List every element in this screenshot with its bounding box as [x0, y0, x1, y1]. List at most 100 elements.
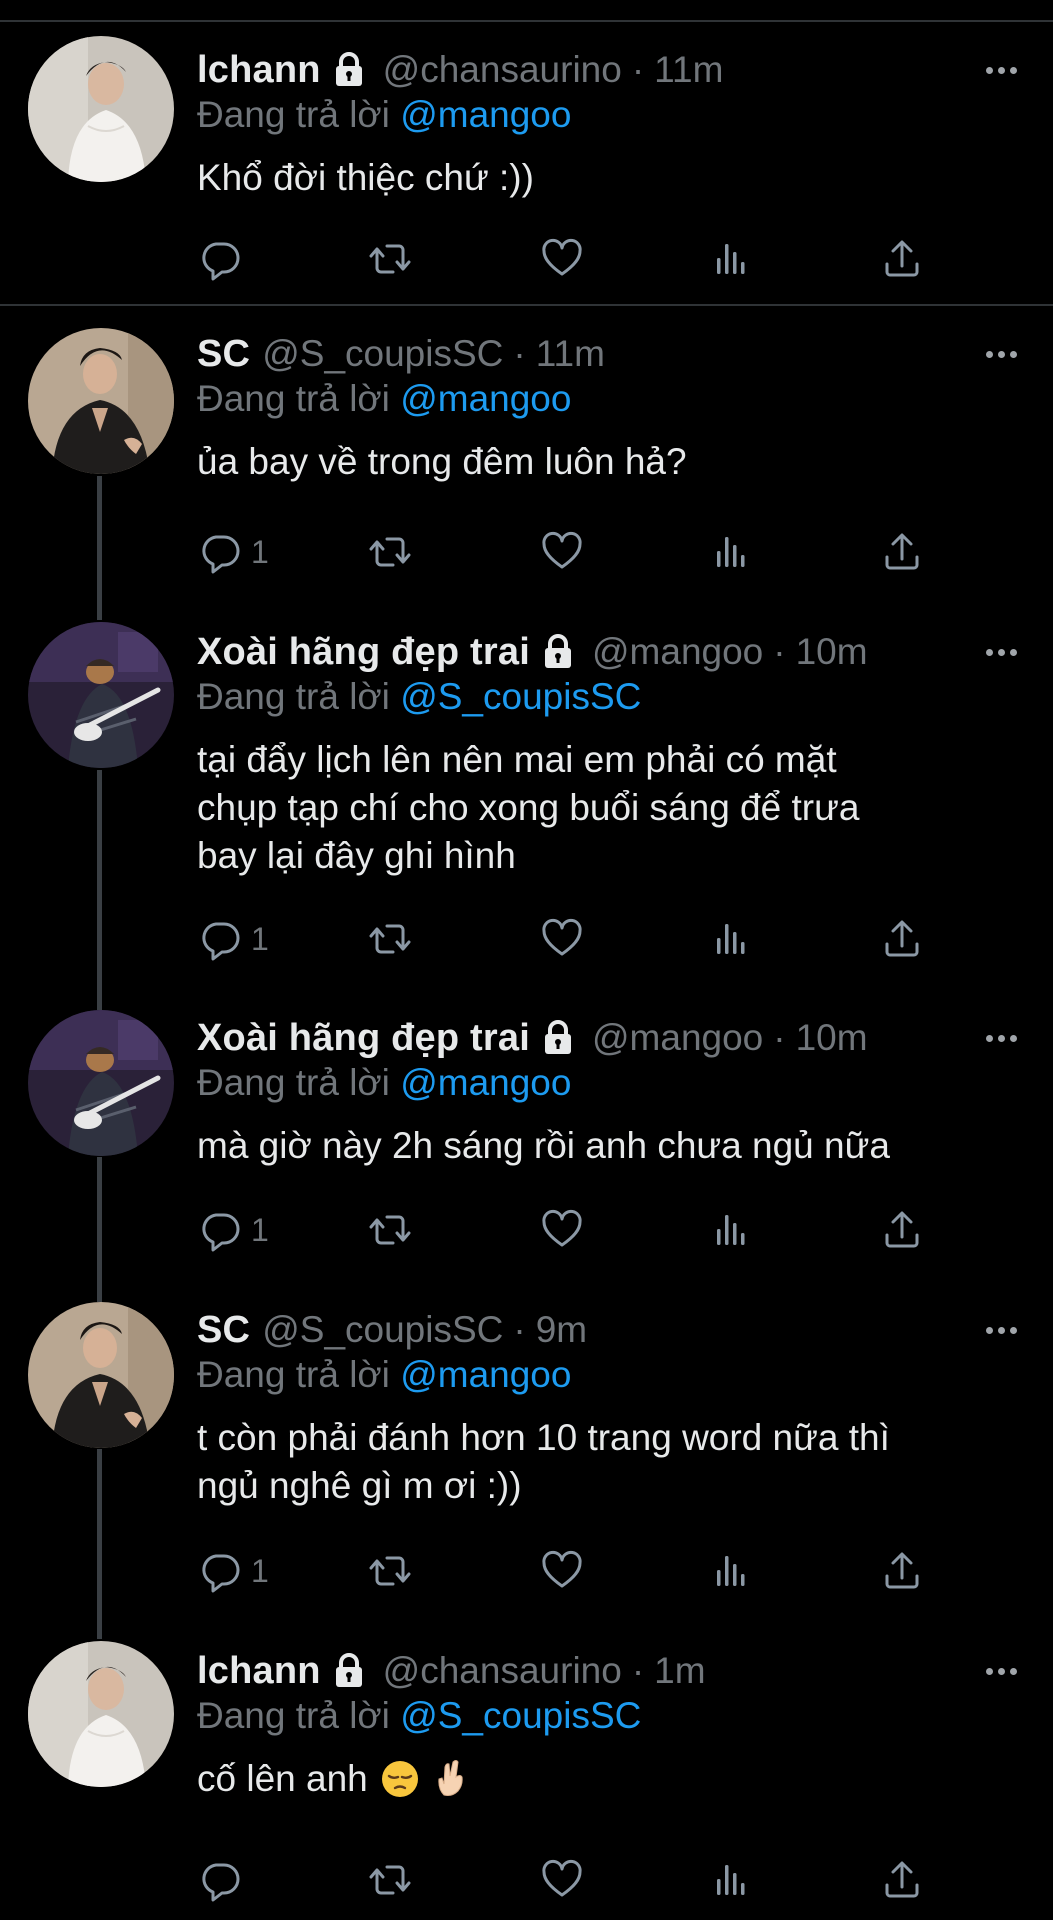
heart-icon	[539, 916, 585, 962]
reply-button[interactable]: 1	[197, 527, 269, 577]
share-button[interactable]	[879, 914, 925, 964]
reply-icon	[197, 1548, 243, 1594]
timestamp[interactable]: 10m	[796, 631, 868, 673]
username[interactable]: @S_coupisSC	[262, 333, 503, 375]
retweet-icon	[367, 236, 413, 282]
avatar[interactable]	[28, 1641, 174, 1787]
views-icon	[709, 529, 755, 575]
like-button[interactable]	[539, 914, 585, 964]
reply-mention[interactable]: @mangoo	[400, 378, 571, 419]
username[interactable]: @chansaurino	[383, 1650, 622, 1692]
separator-dot: ·	[513, 1309, 526, 1350]
reply-icon	[197, 236, 243, 282]
reply-button[interactable]: 1	[197, 1205, 269, 1255]
more-icon[interactable]	[979, 1308, 1023, 1352]
heart-icon	[539, 1207, 585, 1253]
more-icon[interactable]	[979, 630, 1023, 674]
reply-button[interactable]: 1	[197, 1546, 269, 1596]
retweet-icon	[367, 1207, 413, 1253]
like-button[interactable]	[539, 234, 585, 284]
views-button[interactable]	[709, 234, 755, 284]
display-name[interactable]: SC	[197, 1309, 250, 1352]
avatar[interactable]	[28, 36, 174, 182]
share-button[interactable]	[879, 234, 925, 284]
reply-button[interactable]: 1	[197, 914, 269, 964]
avatar[interactable]	[28, 1302, 174, 1448]
display-name[interactable]: SC	[197, 333, 250, 376]
retweet-button[interactable]	[367, 1855, 413, 1905]
replying-to: Đang trả lời @mangoo	[197, 378, 1023, 424]
reply-button[interactable]	[197, 234, 251, 284]
separator-dot: ·	[631, 1650, 645, 1691]
display-name[interactable]: lchann	[197, 49, 321, 92]
timestamp[interactable]: 10m	[796, 1017, 868, 1059]
username[interactable]: @chansaurino	[383, 49, 622, 91]
share-icon	[879, 916, 925, 962]
more-icon[interactable]	[979, 332, 1023, 376]
retweet-button[interactable]	[367, 527, 413, 577]
lock-icon	[329, 1651, 369, 1691]
avatar[interactable]	[28, 328, 174, 474]
reply-count: 1	[251, 1211, 269, 1248]
retweet-button[interactable]	[367, 914, 413, 964]
views-button[interactable]	[709, 1205, 755, 1255]
thread-line	[97, 1157, 102, 1302]
display-name[interactable]: Xoài hãng đẹp trai	[197, 1017, 530, 1060]
timestamp[interactable]: 11m	[536, 333, 605, 375]
timestamp[interactable]: 1m	[654, 1650, 705, 1692]
share-icon	[879, 529, 925, 575]
lock-icon	[329, 50, 369, 90]
share-button[interactable]	[879, 1546, 925, 1596]
share-button[interactable]	[879, 1205, 925, 1255]
separator-dot: ·	[513, 333, 526, 374]
reply-icon	[197, 916, 243, 962]
share-button[interactable]	[879, 1855, 925, 1905]
separator-dot: ·	[773, 1017, 786, 1058]
views-button[interactable]	[709, 1546, 755, 1596]
retweet-button[interactable]	[367, 1546, 413, 1596]
like-button[interactable]	[539, 1855, 585, 1905]
more-icon[interactable]	[979, 1649, 1023, 1693]
reply-mention[interactable]: @mangoo	[400, 1062, 571, 1103]
share-icon	[879, 1548, 925, 1594]
reply-mention[interactable]: @S_coupisSC	[400, 1695, 641, 1736]
timestamp[interactable]: 9m	[536, 1309, 587, 1351]
replying-to: Đang trả lời @mangoo	[197, 1354, 1023, 1400]
replying-to: Đang trả lời @S_coupisSC	[197, 676, 1023, 722]
views-button[interactable]	[709, 527, 755, 577]
action-bar: 1	[197, 527, 957, 577]
heart-icon	[539, 1548, 585, 1594]
replying-to: Đang trả lời @mangoo	[197, 1062, 1023, 1108]
retweet-button[interactable]	[367, 234, 413, 284]
more-icon[interactable]	[979, 48, 1023, 92]
timestamp[interactable]: 11m	[654, 49, 723, 91]
reply-button[interactable]	[197, 1855, 251, 1905]
username[interactable]: @mangoo	[592, 1017, 763, 1059]
action-bar: 1	[197, 1205, 957, 1255]
tweet-text: mà giờ này 2h sáng rồi anh chưa ngủ nữa	[197, 1125, 890, 1166]
views-button[interactable]	[709, 914, 755, 964]
username[interactable]: @mangoo	[592, 631, 763, 673]
retweet-button[interactable]	[367, 1205, 413, 1255]
reply-mention[interactable]: @S_coupisSC	[400, 676, 641, 717]
like-button[interactable]	[539, 1546, 585, 1596]
avatar[interactable]	[28, 1010, 174, 1156]
like-button[interactable]	[539, 527, 585, 577]
like-button[interactable]	[539, 1205, 585, 1255]
more-icon[interactable]	[979, 1016, 1023, 1060]
reply-mention[interactable]: @mangoo	[400, 94, 571, 135]
views-icon	[709, 236, 755, 282]
display-name[interactable]: lchann	[197, 1650, 321, 1693]
views-button[interactable]	[709, 1855, 755, 1905]
views-icon	[709, 1207, 755, 1253]
share-button[interactable]	[879, 527, 925, 577]
replying-to: Đang trả lời @mangoo	[197, 94, 1023, 140]
avatar[interactable]	[28, 622, 174, 768]
reply-mention[interactable]: @mangoo	[400, 1354, 571, 1395]
lock-icon	[538, 1018, 578, 1058]
share-icon	[879, 1857, 925, 1903]
thread-line	[97, 476, 102, 620]
username[interactable]: @S_coupisSC	[262, 1309, 503, 1351]
action-bar	[197, 1855, 957, 1905]
display-name[interactable]: Xoài hãng đẹp trai	[197, 631, 530, 674]
